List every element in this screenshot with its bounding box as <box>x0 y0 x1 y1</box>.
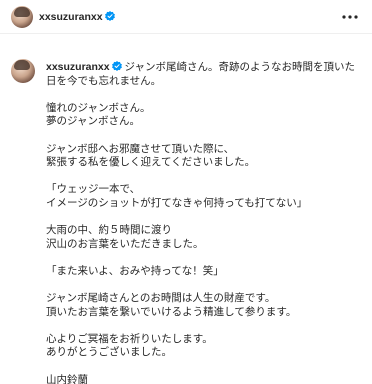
caption-line: 心よりご冥福をお祈りいたします。 <box>46 332 213 345</box>
instagram-post-window: xxsuzuranxx xxsuzuranxx ジャンボ尾崎さん。奇跡のようなお… <box>0 0 372 384</box>
post-body: xxsuzuranxx ジャンボ尾崎さん。奇跡のようなお時間を頂いた 日を今でも… <box>0 34 372 384</box>
caption-line: イメージのショットが打てなきゃ何持っても打てない」 <box>46 196 308 209</box>
caption-lines: 日を今でも忘れません。 憧れのジャンボさん。 夢のジャンボさん。ジャンボ邸へお邪魔さ… <box>46 75 362 384</box>
caption-line: 緊張する私を優しく迎えてくださいました。 <box>46 156 256 169</box>
caption-line: 日を今でも忘れません。 <box>46 74 162 87</box>
caption-line: 頂いたお言葉を繋いでいけるよう精進して参ります。 <box>46 305 297 318</box>
caption-first-line: xxsuzuranxx ジャンボ尾崎さん。奇跡のようなお時間を頂いた <box>46 61 362 75</box>
header-username[interactable]: xxsuzuranxx <box>39 11 115 23</box>
caption-line: 沢山のお言葉をいただきました。 <box>46 237 204 250</box>
caption-username[interactable]: xxsuzuranxx <box>46 61 110 73</box>
header-username-text[interactable]: xxsuzuranxx <box>39 11 103 23</box>
caption-line: 「また来いよ、おみや持ってな！笑」 <box>46 264 224 277</box>
caption-first-text: ジャンボ尾崎さん。奇跡のようなお時間を頂いた <box>124 61 356 73</box>
more-options-button[interactable] <box>342 9 358 25</box>
caption-line: ジャンボ邸へお邪魔させて頂いた際に、 <box>46 142 235 155</box>
post-header: xxsuzuranxx <box>0 0 372 34</box>
more-horizontal-icon <box>342 15 358 19</box>
caption-line: 夢のジャンボさん。 <box>46 115 140 128</box>
caption-line: 大雨の中、約５時間に渡り <box>46 224 172 237</box>
caption-line: ありがとうございました。 <box>46 346 172 359</box>
post-caption: xxsuzuranxx ジャンボ尾崎さん。奇跡のようなお時間を頂いた 日を今でも… <box>46 61 362 384</box>
verified-badge-icon <box>104 11 115 21</box>
verified-badge-icon <box>111 61 122 71</box>
caption-line: 山内鈴蘭 <box>46 373 88 384</box>
caption-line: 憧れのジャンボさん。 <box>46 101 151 114</box>
caption-line: 「ウェッジ一本で、 <box>46 183 141 196</box>
caption-line: ジャンボ尾崎さんとのお時間は人生の財産です。 <box>46 292 276 305</box>
caption-avatar[interactable] <box>11 59 35 83</box>
profile-avatar[interactable] <box>11 6 33 28</box>
